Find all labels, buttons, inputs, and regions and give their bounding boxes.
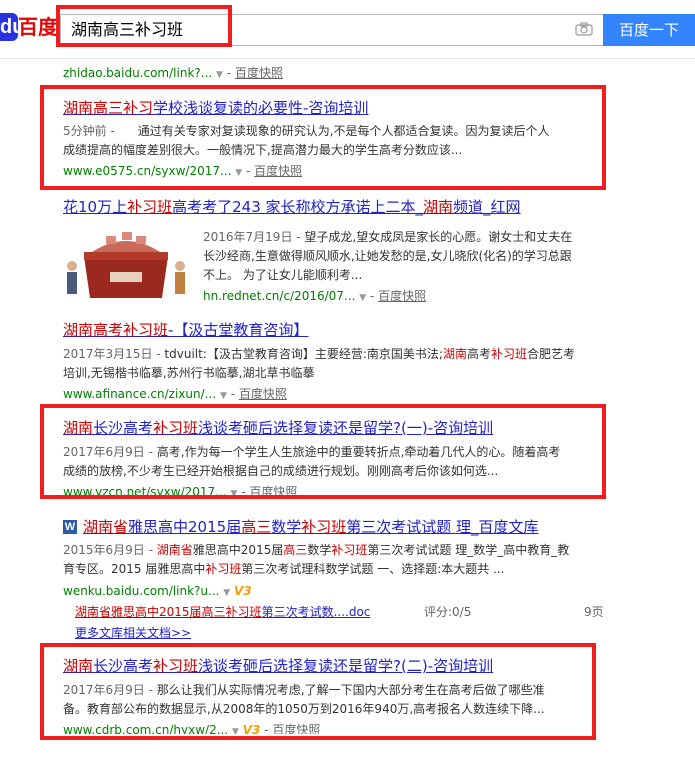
camera-icon[interactable] [575, 22, 593, 36]
snapshot-link[interactable]: 百度快照 [239, 387, 287, 401]
result-title[interactable]: 湖南高三补习学校浅谈复读的必要性-咨询培训 [63, 98, 368, 118]
snapshot-link[interactable]: 百度快照 [378, 289, 426, 303]
doc-score: 评分:0/5 [424, 605, 472, 619]
result-description: 2015年6月9日 - 湖南省雅思高中2015届高三数学补习班第三次考试试题 理… [63, 543, 570, 576]
logo-text: 百度 [18, 15, 58, 39]
result-url-line: zhidao.baidu.com/link?... ▼ - 百度快照 [63, 66, 283, 80]
result-date: 2017年6月9日 [63, 683, 145, 697]
dropdown-arrow-icon[interactable]: ▼ [230, 489, 237, 495]
result-url[interactable]: www.afinance.cn/zixun/... [63, 387, 216, 401]
result-thumbnail[interactable] [62, 222, 190, 304]
dropdown-arrow-icon[interactable]: ▼ [216, 70, 223, 80]
doc-link[interactable]: 湖南省雅思高中2015届高三补习班第三次考试数....doc [75, 603, 370, 620]
result-url[interactable]: wenku.baidu.com/link?u... [63, 584, 219, 598]
result-url-line: www.cdrb.com.cn/hyxw/2... ▼ V3 - 百度快照 [63, 721, 320, 734]
result-description: 2017年6月9日 - 那么让我们从实际情况考虑,了解一下国内大部分考生在高考后… [63, 683, 545, 716]
result-date: 2015年6月9日 [63, 543, 145, 557]
doc-pages: 9页 [584, 605, 604, 619]
result-url[interactable]: www.cdrb.com.cn/hyxw/2... [63, 723, 228, 734]
result-url-line: wenku.baidu.com/link?u... ▼ V3 [63, 582, 252, 602]
v3-badge[interactable]: V3 [234, 584, 252, 598]
snapshot-link[interactable]: 百度快照 [235, 66, 283, 80]
wenku-word-icon: W [63, 520, 77, 534]
dropdown-arrow-icon[interactable]: ▼ [220, 391, 227, 401]
header-divider [0, 58, 695, 59]
result-title[interactable]: 湖南长沙高考补习班浅谈考砸后选择复读还是留学?(一)-咨询培训 [63, 418, 493, 438]
result-url[interactable]: hn.rednet.cn/c/2016/07... [203, 289, 355, 303]
result-date: 2016年7月19日 [203, 230, 293, 244]
result-date: 2017年6月9日 [63, 445, 145, 459]
snapshot-link[interactable]: 百度快照 [254, 164, 302, 178]
result-date: 2017年3月15日 [63, 347, 153, 361]
result-description: 2017年6月9日 - 高考,作为每一个学生人生旅途中的重要转折点,牵动着几代人… [63, 445, 561, 478]
snapshot-link[interactable]: 百度快照 [249, 485, 297, 495]
v3-badge[interactable]: V3 [243, 723, 261, 734]
result-date: 5分钟前 [63, 124, 107, 138]
result-url[interactable]: www.yzcn.net/syxw/2017... [63, 485, 227, 495]
result-description: 2016年7月19日 - 望子成龙,望女成凤是家长的心愿。谢女士和丈夫在 长沙经… [203, 230, 573, 282]
result-title[interactable]: 湖南省雅思高中2015届高三数学补习班第三次考试试题 理_百度文库 [83, 517, 539, 537]
baidu-logo[interactable]: du百度 [0, 13, 58, 43]
result-url-line: hn.rednet.cn/c/2016/07... ▼ - 百度快照 [203, 289, 427, 303]
result-description: 5分钟前 - 通过有关专家对复读现象的研究认为,不是每个人都适合复读。因为复读后… [63, 124, 550, 157]
result-description: 2017年3月15日 - tdvuilt:【汲古堂教育咨询】主要经营:南京国美书… [63, 347, 576, 380]
result-url[interactable]: zhidao.baidu.com/link?... [63, 66, 212, 80]
result-title[interactable]: 花10万上补习班高考考了243 家长称校方承诺上二本_湖南频道_红网 [63, 197, 521, 217]
search-button[interactable]: 百度一下 [603, 14, 695, 46]
result-title[interactable]: 湖南长沙高考补习班浅谈考砸后选择复读还是留学?(二)-咨询培训 [63, 656, 493, 676]
more-docs-link[interactable]: 更多文库相关文档>> [75, 624, 191, 641]
result-url[interactable]: www.e0575.cn/syxw/2017... [63, 164, 231, 178]
dropdown-arrow-icon[interactable]: ▼ [235, 168, 242, 178]
dropdown-arrow-icon[interactable]: ▼ [223, 588, 230, 598]
result-title[interactable]: 湖南高考补习班-【汲古堂教育咨询】 [63, 320, 308, 340]
snapshot-link[interactable]: 百度快照 [272, 723, 320, 734]
baidu-paw-icon: du [0, 13, 24, 41]
dropdown-arrow-icon[interactable]: ▼ [359, 293, 366, 303]
dropdown-arrow-icon[interactable]: ▼ [232, 727, 239, 734]
result-url-line: www.e0575.cn/syxw/2017... ▼ - 百度快照 [63, 164, 303, 178]
result-url-line: www.afinance.cn/zixun/... ▼ - 百度快照 [63, 387, 287, 401]
highlight-box-search [56, 5, 232, 47]
result-url-line: www.yzcn.net/syxw/2017... ▼ - 百度快照 [63, 483, 297, 495]
